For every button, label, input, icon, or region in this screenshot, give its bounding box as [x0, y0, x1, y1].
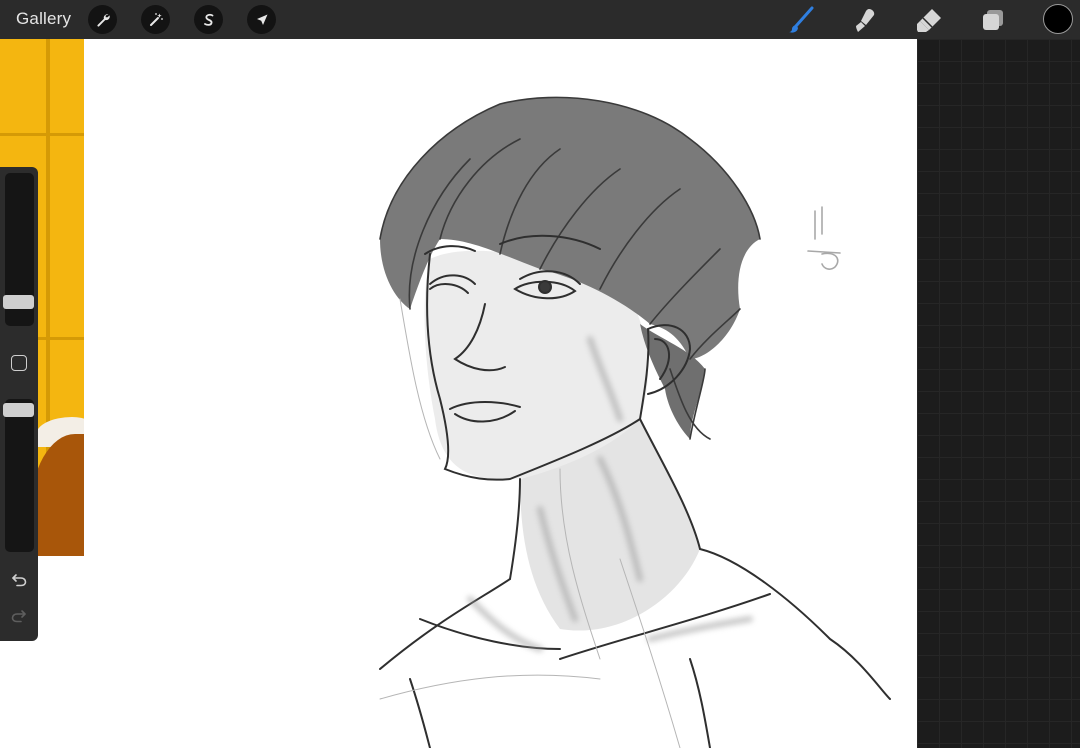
canvas-grid-background [917, 39, 1080, 748]
actions-button[interactable] [88, 5, 117, 34]
layers-button[interactable] [978, 5, 1008, 35]
square-icon[interactable] [11, 355, 27, 371]
drawing-canvas[interactable] [0, 39, 917, 748]
arrow-cursor-icon [256, 14, 267, 25]
wrench-icon [96, 13, 110, 27]
left-sidebar [0, 167, 38, 641]
portrait-sketch [379, 96, 891, 748]
smudge-tool[interactable] [850, 5, 880, 35]
brush-size-thumb[interactable] [3, 295, 34, 309]
brush-size-slider[interactable] [3, 173, 34, 326]
smudge-icon [856, 9, 875, 32]
undo-icon[interactable] [10, 571, 28, 589]
eraser-tool[interactable] [914, 5, 944, 35]
top-toolbar: Gallery [0, 0, 1080, 39]
brush-icon [789, 6, 814, 33]
redo-icon[interactable] [10, 607, 28, 625]
selection-s-icon [203, 13, 213, 26]
magic-wand-icon [149, 12, 163, 26]
gallery-button[interactable]: Gallery [16, 9, 71, 29]
layers-icon [983, 10, 1003, 30]
opacity-slider[interactable] [3, 399, 34, 552]
color-picker-button[interactable] [1043, 4, 1073, 34]
opacity-thumb[interactable] [3, 403, 34, 417]
selection-button[interactable] [194, 5, 223, 34]
eraser-icon [917, 9, 941, 32]
adjustments-button[interactable] [141, 5, 170, 34]
brush-tool[interactable] [786, 5, 816, 35]
transform-button[interactable] [247, 5, 276, 34]
